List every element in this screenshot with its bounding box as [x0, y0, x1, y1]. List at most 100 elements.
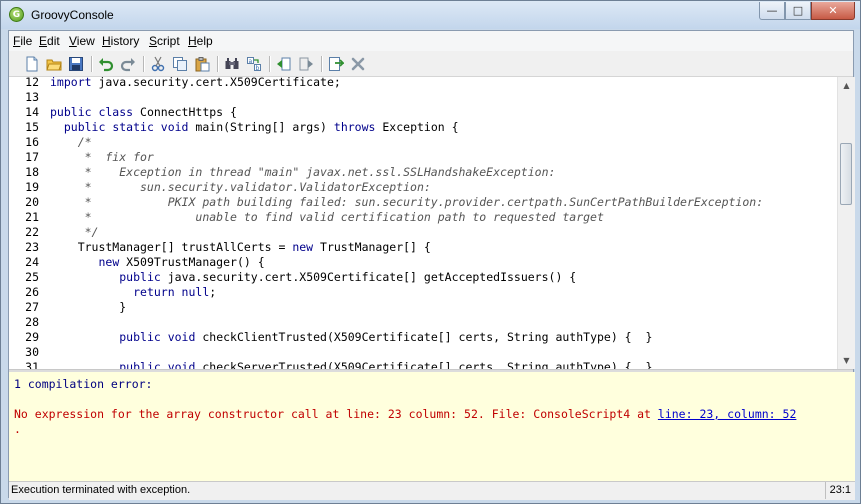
line-number: 14 — [25, 105, 39, 119]
status-bar: Execution terminated with exception. 23:… — [9, 481, 855, 500]
menu-history[interactable]: History — [102, 34, 139, 48]
line-number: 30 — [25, 345, 39, 359]
minimize-button[interactable]: — — [759, 2, 785, 20]
code-line[interactable]: 29 public void checkClientTrusted(X509Ce… — [9, 330, 829, 345]
svg-text:b: b — [256, 65, 260, 72]
code-token: () { — [548, 270, 577, 284]
menu-edit[interactable]: Edit — [39, 34, 60, 48]
code-line[interactable]: 24 new X509TrustManager() { — [9, 255, 829, 270]
code-line[interactable]: 26 return null; — [9, 285, 829, 300]
code-line[interactable]: 25 public java.security.cert.X509Certifi… — [9, 270, 829, 285]
code-line[interactable]: 20 * PKIX path building failed: sun.secu… — [9, 195, 829, 210]
cut-icon[interactable] — [149, 55, 167, 73]
code-line[interactable]: 31 public void checkServerTrusted(X509Ce… — [9, 360, 829, 369]
line-number: 12 — [25, 77, 39, 89]
code-token: getAcceptedIssuers — [423, 270, 549, 284]
script-editor[interactable]: 12 import java.security.cert.X509Certific… — [9, 77, 837, 369]
code-text: * sun.security.validator.ValidatorExcept… — [50, 180, 431, 195]
code-token: checkClientTrusted — [202, 330, 327, 344]
keyword-token: new — [292, 240, 321, 254]
code-text: public static void main(String[] args) t… — [50, 120, 459, 135]
history-next-icon[interactable] — [297, 55, 315, 73]
comment-token: * sun.security.validator.ValidatorExcept… — [50, 180, 431, 194]
code-line[interactable]: 23 TrustManager[] trustAllCerts = new Tr… — [9, 240, 829, 255]
line-number: 15 — [25, 120, 39, 134]
code-token: } — [50, 300, 127, 314]
editor-vertical-scrollbar[interactable]: ▲ ▼ — [837, 77, 855, 369]
find-replace-icon[interactable]: ab — [245, 55, 263, 73]
code-text: TrustManager[] trustAllCerts = new Trust… — [50, 240, 431, 255]
line-number: 31 — [25, 360, 39, 369]
line-number: 18 — [25, 165, 39, 179]
new-document-icon[interactable] — [23, 55, 41, 73]
svg-text:a: a — [249, 58, 253, 65]
menu-script[interactable]: Script — [149, 34, 180, 48]
groovy-logo-icon: G — [9, 7, 24, 22]
title-bar[interactable]: G GroovyConsole — □ ✕ — [1, 1, 860, 29]
code-line[interactable]: 27 } — [9, 300, 829, 315]
code-token: checkServerTrusted — [202, 360, 327, 369]
code-line[interactable]: 13 — [9, 90, 829, 105]
status-message: Execution terminated with exception. — [11, 484, 191, 496]
comment-token: */ — [50, 225, 99, 239]
keyword-token: throws — [333, 120, 383, 134]
code-line[interactable]: 14 public class ConnectHttps { — [9, 105, 829, 120]
find-icon[interactable] — [223, 55, 241, 73]
code-text: * Exception in thread "main" javax.net.s… — [50, 165, 556, 180]
history-previous-icon[interactable] — [275, 55, 293, 73]
keyword-token: public void — [119, 330, 203, 344]
open-folder-icon[interactable] — [45, 55, 63, 73]
output-pane[interactable]: 1 compilation error: No expression for t… — [9, 372, 855, 481]
interrupt-icon[interactable] — [349, 55, 367, 73]
line-number: 25 — [25, 270, 39, 284]
code-text: public class ConnectHttps { — [50, 105, 237, 120]
keyword-token: new — [98, 255, 127, 269]
menu-bar: File Edit View History Script Help — [9, 31, 853, 51]
code-line[interactable]: 19 * sun.security.validator.ValidatorExc… — [9, 180, 829, 195]
compile-error-header: 1 compilation error: — [14, 377, 153, 391]
line-number: 21 — [25, 210, 39, 224]
code-line[interactable]: 22 */ — [9, 225, 829, 240]
code-line[interactable]: 16 /* — [9, 135, 829, 150]
undo-icon[interactable] — [97, 55, 115, 73]
line-number: 28 — [25, 315, 39, 329]
run-script-icon[interactable] — [327, 55, 345, 73]
paste-icon[interactable] — [193, 55, 211, 73]
menu-file[interactable]: File — [13, 34, 32, 48]
scroll-down-arrow-icon[interactable]: ▼ — [838, 352, 855, 369]
code-text: import java.security.cert.X509Certificat… — [50, 77, 341, 90]
error-location-link[interactable]: line: 23, column: 52 — [658, 407, 796, 421]
copy-icon[interactable] — [171, 55, 189, 73]
code-line[interactable]: 21 * unable to find valid certification … — [9, 210, 829, 225]
menu-help[interactable]: Help — [188, 34, 213, 48]
code-text: return null; — [50, 285, 216, 300]
code-token: java.security.cert.X509Certificate[] — [167, 270, 424, 284]
code-line[interactable]: 12 import java.security.cert.X509Certific… — [9, 77, 829, 90]
code-token: ConnectHttps { — [140, 105, 237, 119]
scrollbar-thumb[interactable] — [840, 143, 852, 205]
redo-icon[interactable] — [119, 55, 137, 73]
code-line[interactable]: 18 * Exception in thread "main" javax.ne… — [9, 165, 829, 180]
code-text: * PKIX path building failed: sun.securit… — [50, 195, 764, 210]
keyword-token: import — [50, 77, 99, 89]
error-text: No expression for the array constructor … — [14, 407, 658, 421]
code-text: public java.security.cert.X509Certificat… — [50, 270, 576, 285]
save-icon[interactable] — [67, 55, 85, 73]
code-line[interactable]: 28 — [9, 315, 829, 330]
groovy-console-window: G GroovyConsole — □ ✕ File Edit View His… — [0, 0, 861, 504]
code-token: Exception { — [382, 120, 459, 134]
code-line[interactable]: 15 public static void main(String[] args… — [9, 120, 829, 135]
close-button[interactable]: ✕ — [811, 2, 855, 20]
comment-token: * unable to find valid certification pat… — [50, 210, 604, 224]
code-line[interactable]: 30 — [9, 345, 829, 360]
window-title: GroovyConsole — [31, 8, 114, 22]
scroll-up-arrow-icon[interactable]: ▲ — [838, 77, 855, 94]
code-line[interactable]: 17 * fix for — [9, 150, 829, 165]
comment-token: * fix for — [50, 150, 154, 164]
maximize-button[interactable]: □ — [785, 2, 811, 20]
code-text: */ — [50, 225, 99, 240]
comment-token: * Exception in thread "main" javax.net.s… — [50, 165, 556, 179]
menu-view[interactable]: View — [69, 34, 95, 48]
